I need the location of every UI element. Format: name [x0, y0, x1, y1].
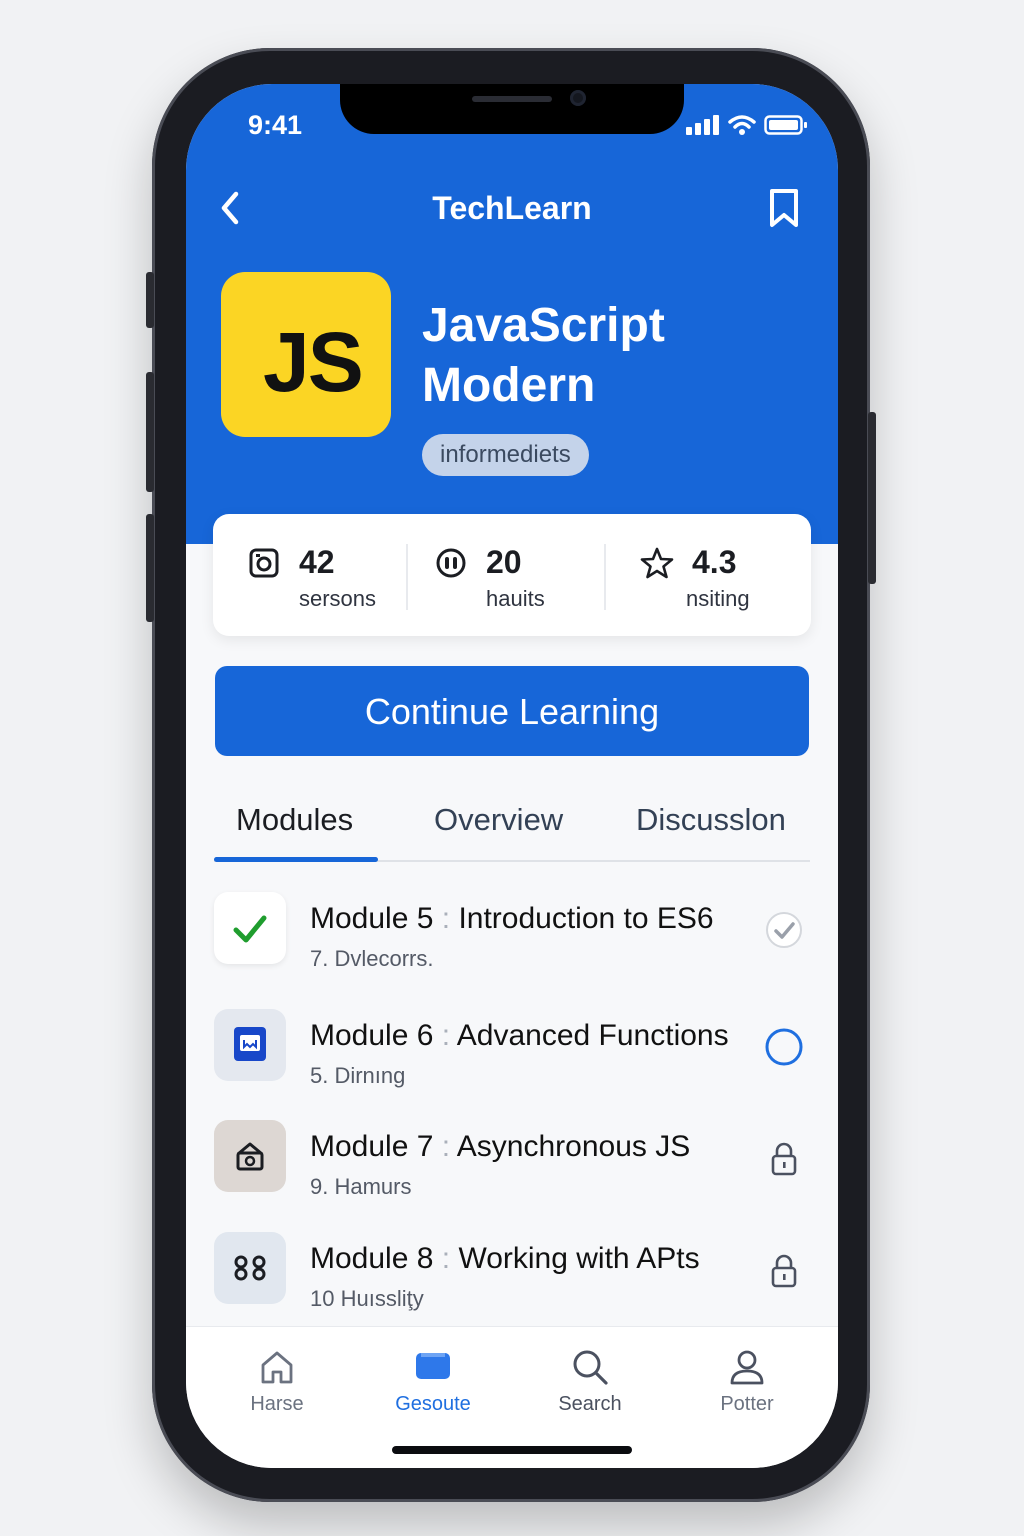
module-subtitle: 7. Dvlecorrs. [310, 946, 434, 971]
module-name: Asynchronous JS [456, 1130, 691, 1163]
module-number: Module 7 [310, 1130, 434, 1163]
star-icon [640, 547, 674, 579]
course-title-line1: JavaScript [422, 299, 665, 352]
home-indicator[interactable] [392, 1446, 632, 1454]
module-thumbnail [214, 892, 286, 964]
tab-discussion[interactable]: Discusslon [636, 802, 786, 838]
course-title: JavaScript Modern [422, 296, 802, 416]
lock-icon [771, 1142, 797, 1176]
module-item-8[interactable]: Module 8 : Working with APts 10 Huıssliţ… [214, 1232, 810, 1312]
status-icons [686, 114, 808, 136]
module-separator: : [433, 1019, 457, 1052]
module-separator: : [433, 902, 459, 935]
module-name: Introduction to ES6 [458, 902, 714, 935]
module-separator: : [433, 1242, 459, 1275]
completed-check-icon [766, 912, 802, 948]
module-title: Module 5 : Introduction to ES6 [310, 902, 714, 936]
in-progress-circle-icon [765, 1028, 803, 1066]
tabbar-item-courses[interactable]: Gesoute [368, 1347, 498, 1416]
volume-down-button [146, 514, 154, 622]
tab-overview[interactable]: Overview [434, 802, 563, 838]
tab-modules[interactable]: Modules [236, 802, 353, 838]
module-subtitle: 10 Huıssliţy [310, 1286, 424, 1311]
module-number: Module 8 [310, 1242, 434, 1275]
continue-learning-button[interactable]: Continue Learning [215, 666, 809, 756]
course-title-line2: Modern [422, 359, 596, 412]
level-badge: informediets [422, 434, 589, 476]
screen: 9:41 TechLearn JS JavaScript Modern info… [186, 84, 838, 1468]
signal-icon [686, 115, 719, 135]
home-icon [261, 1351, 293, 1384]
book-icon [234, 1027, 266, 1061]
stat-value: 4.3 [692, 544, 737, 580]
speaker-grille [472, 96, 552, 102]
search-icon [573, 1350, 608, 1385]
stat-value: 20 [486, 544, 522, 580]
module-item-7[interactable]: Module 7 : Asynchronous JS 9. Hamurs [214, 1120, 810, 1200]
module-thumbnail [214, 1009, 286, 1081]
async-icon [236, 1142, 264, 1171]
notch [340, 84, 684, 134]
checkmark-icon [233, 915, 267, 943]
volume-up-button [146, 372, 154, 492]
tabbar-label: Gesoute [395, 1393, 471, 1415]
module-item-6[interactable]: Module 6 : Advanced Functions 5. Dirnıng [214, 1009, 810, 1089]
front-camera [570, 90, 586, 106]
module-thumbnail [214, 1120, 286, 1192]
bookmark-icon[interactable] [766, 188, 802, 228]
module-name: Advanced Functions [456, 1019, 729, 1052]
active-tab-indicator [214, 857, 378, 862]
status-time: 9:41 [248, 110, 303, 140]
hours-icon [436, 548, 466, 578]
app-title: TechLearn [432, 190, 592, 226]
module-item-5[interactable]: Module 5 : Introduction to ES6 7. Dvleco… [214, 892, 810, 972]
stat-label: nsiting [686, 586, 750, 611]
module-title: Module 7 : Asynchronous JS [310, 1130, 690, 1164]
module-number: Module 6 [310, 1019, 434, 1052]
stat-value: 42 [299, 544, 335, 580]
stat-divider [406, 544, 408, 610]
module-thumbnail [214, 1232, 286, 1304]
stat-divider [604, 544, 606, 610]
wifi-icon [728, 115, 756, 135]
module-subtitle: 9. Hamurs [310, 1174, 412, 1199]
module-title: Module 6 : Advanced Functions [310, 1019, 729, 1053]
content-tabs: Modules Overview Discusslon [214, 784, 810, 862]
tabbar-label: Harse [250, 1393, 304, 1415]
lock-icon [771, 1254, 797, 1288]
module-title: Module 8 : Working with APts [310, 1242, 700, 1276]
course-logo: JS [221, 272, 391, 437]
tabbar-item-profile[interactable]: Potter [682, 1347, 812, 1416]
tabbar-label: Search [558, 1393, 622, 1415]
course-logo-text: JS [263, 315, 364, 409]
tabbar-item-search[interactable]: Search [525, 1347, 655, 1416]
stat-label: sersons [299, 586, 377, 611]
stats-card: 42 sersons 20 hauits 4.3 nsiting [213, 514, 811, 636]
module-subtitle: 5. Dirnıng [310, 1063, 406, 1088]
silent-switch [146, 272, 154, 328]
lessons-icon [249, 548, 279, 578]
module-separator: : [433, 1130, 457, 1163]
profile-icon [730, 1350, 764, 1385]
power-button [868, 412, 876, 584]
tabbar-label: Potter [720, 1393, 774, 1415]
courses-icon [416, 1353, 450, 1379]
module-name: Working with APts [458, 1242, 700, 1275]
tabbar-item-home[interactable]: Harse [212, 1347, 342, 1416]
module-number: Module 5 [310, 902, 434, 935]
battery-icon [764, 115, 807, 135]
api-icon [234, 1255, 266, 1281]
stat-label: hauits [486, 586, 545, 611]
